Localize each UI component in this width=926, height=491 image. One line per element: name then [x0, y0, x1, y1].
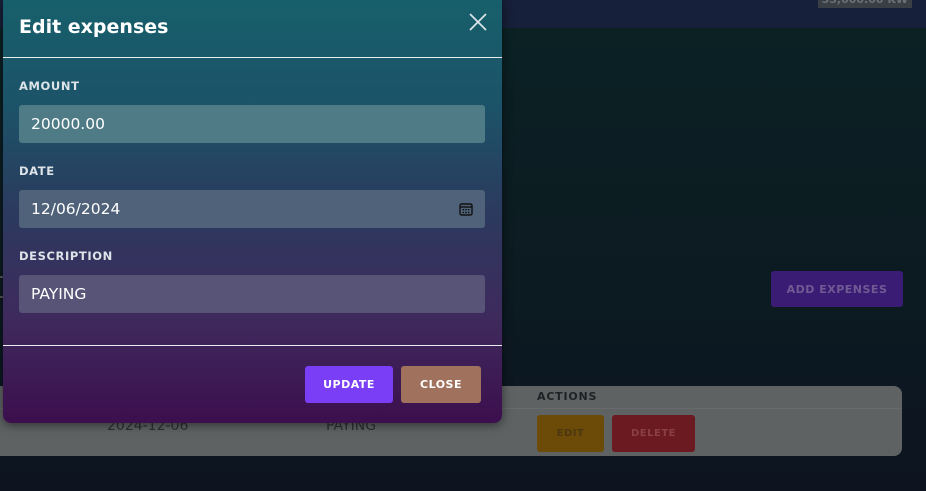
- amount-input[interactable]: 20000.00: [19, 105, 485, 143]
- total-amount: 55,000.00 KW: [817, 0, 912, 8]
- description-input[interactable]: PAYING: [19, 275, 485, 313]
- modal-title: Edit expenses: [19, 16, 169, 38]
- description-label: DESCRIPTION: [19, 249, 113, 263]
- calendar-icon[interactable]: [459, 202, 473, 216]
- delete-button[interactable]: DELETE: [612, 415, 695, 452]
- amount-value: 20000.00: [31, 115, 105, 133]
- close-icon[interactable]: [467, 11, 489, 33]
- date-value: 12/06/2024: [31, 200, 121, 218]
- date-input[interactable]: 12/06/2024: [19, 190, 485, 228]
- actions-column-header: ACTIONS: [537, 390, 598, 403]
- edit-button[interactable]: EDIT: [537, 415, 604, 452]
- edit-expenses-modal: Edit expenses AMOUNT 20000.00 DATE 12/06…: [3, 0, 502, 423]
- close-button[interactable]: CLOSE: [401, 366, 481, 403]
- modal-header-divider: [3, 57, 502, 58]
- date-label: DATE: [19, 164, 55, 178]
- add-expenses-button[interactable]: ADD EXPENSES: [771, 271, 903, 307]
- amount-label: AMOUNT: [19, 79, 80, 93]
- modal-footer-divider: [3, 345, 502, 346]
- description-value: PAYING: [31, 285, 87, 303]
- update-button[interactable]: UPDATE: [305, 366, 393, 403]
